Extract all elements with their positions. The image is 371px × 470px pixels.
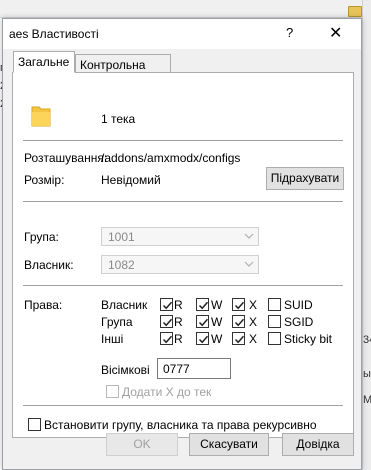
tab-checksum[interactable]: Контрольна сума — [75, 54, 171, 86]
owner-label: Власник: — [24, 258, 74, 272]
perm-special-label: Sticky bit — [284, 332, 333, 346]
help-icon[interactable]: ? — [286, 25, 293, 40]
cancel-button[interactable]: Скасувати — [189, 433, 269, 456]
perm-x-checkbox[interactable] — [232, 298, 245, 311]
folder-icon — [31, 106, 51, 127]
background-toolbar — [0, 0, 371, 18]
close-icon[interactable]: ✕ — [329, 23, 342, 43]
perm-x-checkbox[interactable] — [232, 315, 245, 328]
divider — [23, 405, 343, 406]
perm-special-checkbox[interactable] — [268, 332, 281, 345]
perm-w-label: W — [211, 332, 223, 346]
perm-r-label: R — [174, 332, 183, 346]
octal-input[interactable]: 0777 — [157, 358, 231, 379]
perm-special-checkbox[interactable] — [268, 298, 281, 311]
background-text: М — [363, 394, 371, 406]
perm-x-label: X — [249, 315, 258, 329]
perm-x-label: X — [249, 298, 258, 312]
perm-row-label: Група — [101, 315, 133, 329]
add-x-label: Додати X до тек — [122, 385, 212, 399]
location-label: Розташування: — [24, 151, 108, 165]
perm-r-label: R — [174, 315, 183, 329]
help-button[interactable]: Довідка — [282, 433, 354, 456]
perm-w-checkbox[interactable] — [196, 332, 209, 345]
owner-select: 1082 — [101, 255, 259, 274]
perm-x-label: X — [249, 332, 258, 346]
recursive-label: Встановити групу, власника та права реку… — [44, 418, 317, 432]
divider — [23, 285, 343, 286]
divider — [23, 201, 343, 202]
background-text: ы — [363, 368, 371, 380]
item-count: 1 тека — [101, 112, 136, 126]
ok-button: OK — [106, 433, 178, 456]
perm-x-checkbox[interactable] — [232, 332, 245, 345]
chevron-down-icon — [244, 233, 254, 239]
chevron-down-icon — [244, 261, 254, 267]
divider — [23, 140, 343, 141]
perm-special-label: SGID — [284, 315, 314, 329]
perm-w-checkbox[interactable] — [196, 298, 209, 311]
octal-label: Вісімкові — [101, 363, 150, 377]
perm-row-label: Інші — [101, 332, 124, 346]
perm-r-checkbox[interactable] — [160, 298, 173, 311]
background-text: 34 — [363, 334, 371, 346]
add-x-checkbox — [106, 385, 119, 398]
background-folder-icon — [348, 6, 362, 17]
perm-row-label: Власник — [101, 298, 148, 312]
perm-special-label: SUID — [284, 298, 313, 312]
perm-w-label: W — [211, 315, 223, 329]
octal-input-value: 0777 — [163, 362, 190, 376]
title-bar[interactable]: aes Властивості ? ✕ — [3, 19, 361, 49]
perm-r-label: R — [174, 298, 183, 312]
group-select: 1001 — [101, 227, 259, 246]
perm-w-label: W — [211, 298, 223, 312]
recursive-checkbox[interactable] — [28, 418, 41, 431]
size-label: Розмір: — [24, 173, 65, 187]
general-panel: 1 тека Розташування: /addons/amxmodx/con… — [12, 72, 354, 438]
perm-special-checkbox[interactable] — [268, 315, 281, 328]
location-value: /addons/amxmodx/configs — [101, 151, 241, 165]
group-label: Група: — [24, 230, 59, 244]
owner-select-value: 1082 — [108, 258, 135, 272]
group-select-value: 1001 — [108, 230, 135, 244]
size-value: Невідомий — [101, 173, 161, 187]
window-title: aes Властивості — [9, 27, 99, 41]
properties-dialog: aes Властивості ? ✕ Контрольна сума Зага… — [2, 18, 362, 470]
tab-label: Загальне — [18, 55, 70, 69]
perm-r-checkbox[interactable] — [160, 315, 173, 328]
tab-general[interactable]: Загальне — [13, 51, 75, 73]
calculate-button[interactable]: Підрахувати — [266, 167, 344, 190]
perm-r-checkbox[interactable] — [160, 332, 173, 345]
perm-w-checkbox[interactable] — [196, 315, 209, 328]
rights-label: Права: — [24, 298, 63, 312]
